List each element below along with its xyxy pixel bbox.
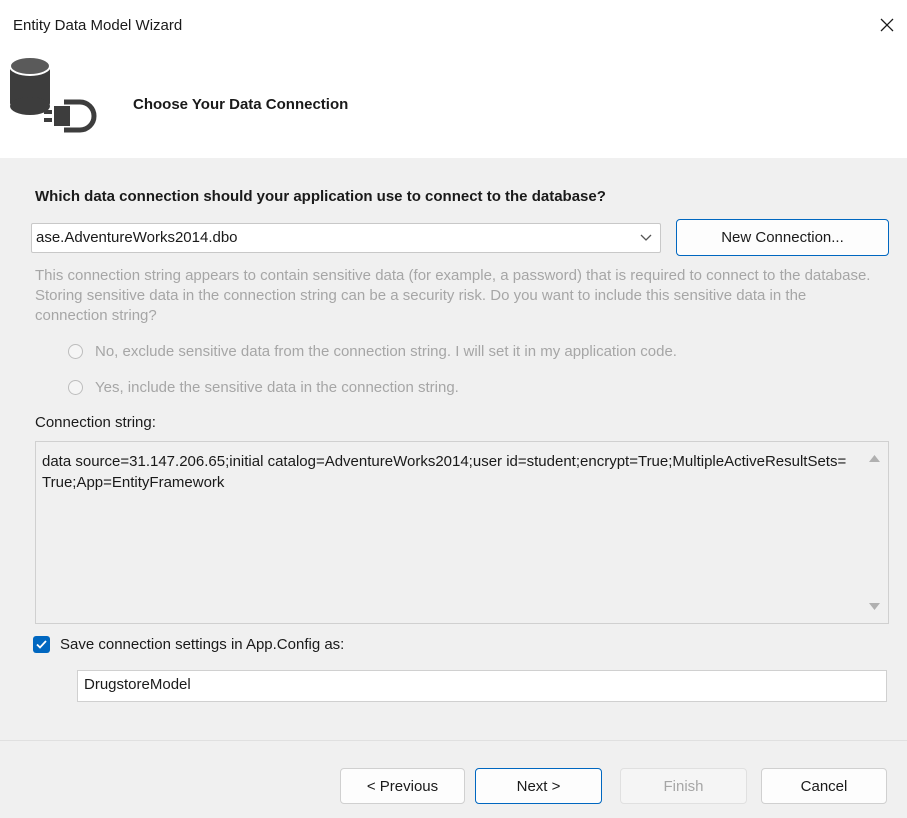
finish-button[interactable]: Finish (620, 768, 747, 804)
question-label: Which data connection should your applic… (35, 188, 606, 205)
close-icon (880, 18, 894, 32)
title-bar: Entity Data Model Wizard (0, 0, 907, 48)
connection-select[interactable]: ase.AdventureWorks2014.dbo (31, 223, 661, 253)
checkmark-icon (36, 640, 47, 649)
save-settings-label: Save connection settings in App.Config a… (60, 636, 345, 653)
connection-string-text[interactable]: data source=31.147.206.65;initial catalo… (42, 451, 847, 493)
next-button[interactable]: Next > (475, 768, 602, 804)
sensitive-data-notice: This connection string appears to contai… (35, 267, 871, 324)
connection-string-label: Connection string: (35, 414, 156, 431)
radio-exclude-sensitive[interactable]: No, exclude sensitive data from the conn… (68, 343, 677, 360)
radio-button[interactable] (68, 380, 83, 395)
radio-label: No, exclude sensitive data from the conn… (95, 343, 677, 360)
close-button[interactable] (867, 8, 907, 42)
radio-include-sensitive[interactable]: Yes, include the sensitive data in the c… (68, 379, 459, 396)
page-title: Choose Your Data Connection (133, 96, 349, 113)
chevron-down-icon (640, 234, 652, 241)
connection-string-box[interactable]: data source=31.147.206.65;initial catalo… (35, 441, 889, 624)
save-settings-row[interactable]: Save connection settings in App.Config a… (33, 636, 344, 653)
scroll-up-icon[interactable] (869, 454, 880, 462)
previous-button[interactable]: < Previous (340, 768, 465, 804)
scroll-down-icon[interactable] (869, 603, 880, 611)
connection-select-value: ase.AdventureWorks2014.dbo (36, 229, 238, 246)
model-name-input[interactable]: DrugstoreModel (77, 670, 887, 702)
new-connection-button[interactable]: New Connection... (676, 219, 889, 256)
button-bar: < Previous Next > Finish Cancel (0, 740, 907, 818)
cancel-button[interactable]: Cancel (761, 768, 887, 804)
radio-button[interactable] (68, 344, 83, 359)
wizard-header: Choose Your Data Connection (0, 48, 907, 158)
database-plug-icon (9, 56, 97, 133)
radio-label: Yes, include the sensitive data in the c… (95, 379, 459, 396)
window-title: Entity Data Model Wizard (13, 17, 183, 34)
wizard-window: Entity Data Model Wizard Choose Your Dat… (0, 0, 907, 818)
save-settings-checkbox[interactable] (33, 636, 50, 653)
content-panel: Which data connection should your applic… (0, 158, 907, 740)
